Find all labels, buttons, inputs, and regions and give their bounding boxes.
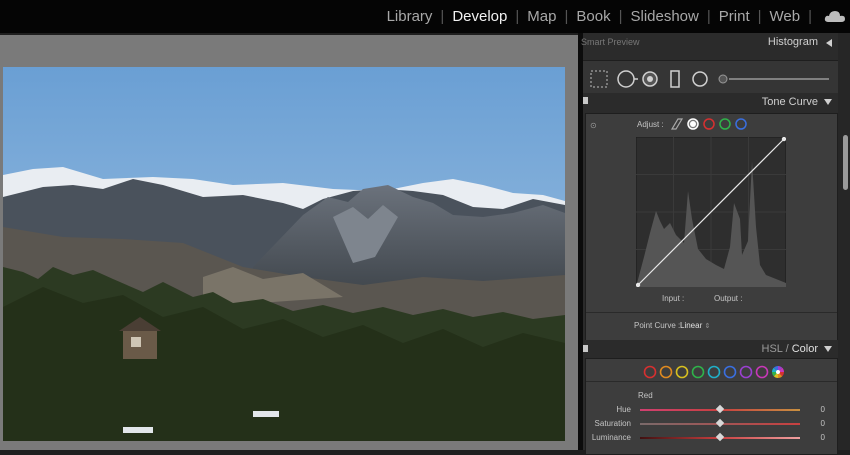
module-picker-bar: Library | Develop | Map | Book | Slidesh… <box>0 0 850 33</box>
all-colors-wheel-icon[interactable] <box>772 366 784 378</box>
channel-name: Red <box>638 391 653 400</box>
collapse-down-icon[interactable] <box>824 99 832 105</box>
color-swatch-row <box>643 365 784 379</box>
landscape-photo <box>3 67 565 441</box>
color-swatch[interactable] <box>659 365 673 379</box>
red-channel-dot[interactable] <box>703 118 715 130</box>
module-separator: | <box>808 8 812 25</box>
adjustment-brush-slider[interactable] <box>718 74 829 84</box>
module-slideshow[interactable]: Slideshow <box>622 8 706 25</box>
histogram-title: Histogram <box>767 36 818 48</box>
hue-value[interactable]: 0 <box>821 405 825 414</box>
color-swatch[interactable] <box>755 365 769 379</box>
luminance-label: Luminance <box>591 433 631 442</box>
hsl-color-panel: Red Hue 0 Saturation 0 Luminance 0 <box>585 358 838 455</box>
blue-channel-dot[interactable] <box>735 118 747 130</box>
input-label: Input : <box>662 294 685 303</box>
color-swatch[interactable] <box>691 365 705 379</box>
luminance-value[interactable]: 0 <box>821 433 825 442</box>
saturation-value[interactable]: 0 <box>821 419 825 428</box>
section-divider <box>586 312 837 313</box>
point-curve-select[interactable]: Linear ⇕ <box>680 321 710 330</box>
color-swatch[interactable] <box>675 365 689 379</box>
collapse-down-icon[interactable] <box>824 346 832 352</box>
point-curve-label: Point Curve : <box>634 321 681 330</box>
smart-preview-label: Smart Preview <box>581 37 640 47</box>
section-divider <box>586 381 837 382</box>
panel-switch-icon[interactable] <box>583 345 588 352</box>
spot-removal-icon[interactable] <box>617 70 638 88</box>
hue-slider-knob[interactable] <box>715 404 725 414</box>
develop-right-panel: Smart Preview Histogram Tone Curve ⊙ Adj… <box>581 33 850 455</box>
parametric-curve-icon[interactable] <box>670 118 684 130</box>
hsl-title-separator: / <box>782 343 792 355</box>
graduated-filter-icon[interactable] <box>670 70 680 88</box>
module-develop[interactable]: Develop <box>444 8 515 25</box>
tone-curve-header[interactable]: Tone Curve <box>583 93 838 113</box>
collapse-left-icon[interactable] <box>826 39 832 47</box>
module-book[interactable]: Book <box>568 8 618 25</box>
hue-label: Hue <box>616 405 631 414</box>
hsl-tab[interactable]: HSL <box>762 343 783 355</box>
color-tab[interactable]: Color <box>792 343 818 355</box>
cloud-icon[interactable] <box>824 9 846 23</box>
radial-filter-icon[interactable] <box>692 71 708 87</box>
green-channel-dot[interactable] <box>719 118 731 130</box>
module-web[interactable]: Web <box>762 8 809 25</box>
adjust-label: Adjust : <box>637 120 664 129</box>
curve-channel-selector <box>670 118 747 130</box>
red-eye-icon[interactable] <box>642 71 658 87</box>
panel-switch-icon[interactable] <box>583 97 588 104</box>
module-map[interactable]: Map <box>519 8 564 25</box>
module-library[interactable]: Library <box>379 8 441 25</box>
saturation-label: Saturation <box>594 419 631 428</box>
color-swatch[interactable] <box>723 365 737 379</box>
scrollbar-thumb[interactable] <box>843 135 848 190</box>
select-arrows-icon: ⇕ <box>704 323 711 330</box>
saturation-slider-knob[interactable] <box>715 418 725 428</box>
hsl-title: HSL / Color <box>762 343 818 355</box>
color-swatch[interactable] <box>707 365 721 379</box>
crop-tool-icon[interactable] <box>590 70 608 88</box>
tone-curve-graph[interactable] <box>636 137 786 287</box>
histogram-header[interactable]: Smart Preview Histogram <box>581 33 838 53</box>
color-swatch[interactable] <box>739 365 753 379</box>
panel-scrollbar[interactable] <box>838 33 850 450</box>
rgb-channel-dot[interactable] <box>687 118 699 130</box>
tone-curve-panel: ⊙ Adjust : Input : Output : Point Curve … <box>585 113 838 342</box>
tone-curve-title: Tone Curve <box>761 96 818 108</box>
output-label: Output : <box>714 294 743 303</box>
luminance-slider-knob[interactable] <box>715 432 725 442</box>
point-curve-value: Linear <box>680 321 703 330</box>
module-print[interactable]: Print <box>711 8 758 25</box>
color-swatch[interactable] <box>643 365 657 379</box>
hsl-color-header[interactable]: HSL / Color <box>583 340 838 360</box>
target-adjust-icon[interactable]: ⊙ <box>590 121 597 130</box>
module-list: Library | Develop | Map | Book | Slidesh… <box>379 0 812 33</box>
